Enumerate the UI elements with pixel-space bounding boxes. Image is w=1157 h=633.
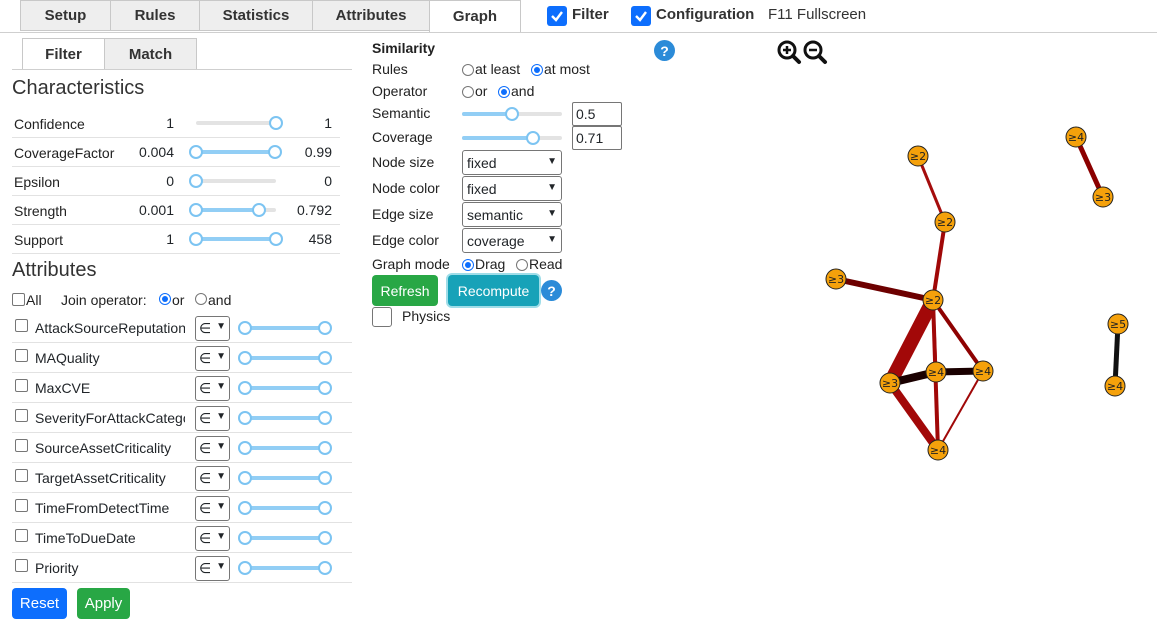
graph-edge[interactable]: [931, 298, 985, 373]
graph-node[interactable]: ≥2: [934, 211, 956, 233]
graph-edge[interactable]: [916, 155, 947, 223]
graph-node[interactable]: ≥4: [925, 361, 947, 383]
graph-node-label: ≥4: [930, 444, 946, 457]
graph-node-label: ≥4: [1107, 380, 1123, 393]
graph-node-label: ≥4: [1068, 131, 1084, 144]
graph-node[interactable]: ≥2: [907, 145, 929, 167]
graph-node-label: ≥4: [928, 366, 944, 379]
graph-node[interactable]: ≥4: [1065, 126, 1087, 148]
graph-node[interactable]: ≥3: [1092, 186, 1114, 208]
graph-edge[interactable]: [931, 221, 947, 301]
graph-node-label: ≥3: [1095, 191, 1111, 204]
graph-node[interactable]: ≥3: [879, 372, 901, 394]
graph-node-label: ≥4: [975, 365, 991, 378]
graph-node-label: ≥2: [937, 216, 953, 229]
graph-node[interactable]: ≥3: [825, 268, 847, 290]
graph-node[interactable]: ≥5: [1107, 313, 1129, 335]
graph-edge[interactable]: [886, 380, 942, 453]
graph-node-label: ≥3: [882, 377, 898, 390]
graph-node-label: ≥3: [828, 273, 844, 286]
graph-node[interactable]: ≥4: [927, 439, 949, 461]
graph-node-label: ≥2: [910, 150, 926, 163]
graph-canvas[interactable]: ≥4 ≥3 ≥2 ≥2 ≥3 ≥2 ≥5 ≥4 ≥3 ≥4 ≥4 ≥4: [0, 0, 1157, 633]
graph-edge[interactable]: [937, 370, 984, 451]
graph-edge[interactable]: [835, 276, 934, 303]
graph-node-label: ≥5: [1110, 318, 1126, 331]
graph-node[interactable]: ≥4: [1104, 375, 1126, 397]
graph-node[interactable]: ≥4: [972, 360, 994, 382]
graph-node[interactable]: ≥2: [922, 289, 944, 311]
graph-node-label: ≥2: [925, 294, 941, 307]
